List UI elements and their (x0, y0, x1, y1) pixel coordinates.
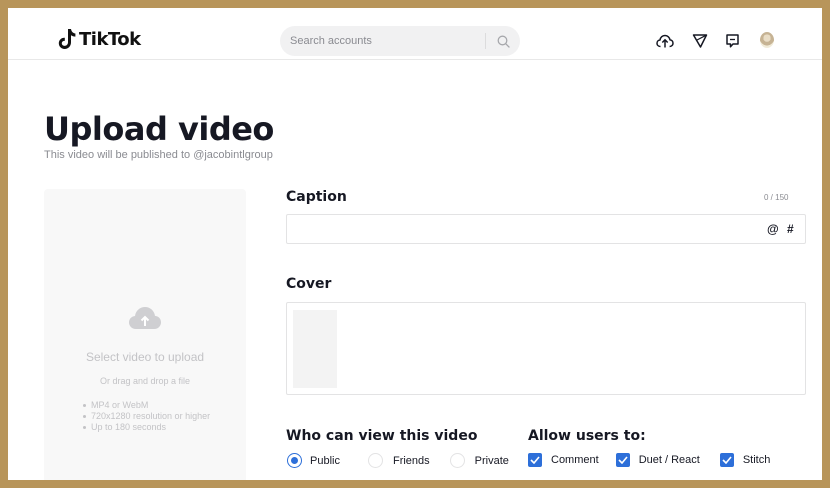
cover-selector (286, 302, 806, 395)
cover-thumbnail[interactable] (293, 310, 337, 388)
checkbox-comment-label: Comment (551, 454, 599, 466)
search-divider (485, 33, 486, 49)
requirement-resolution: 720x1280 resolution or higher (83, 411, 210, 422)
tiktok-logo[interactable]: TikTok (58, 28, 141, 50)
upload-title: Select video to upload (85, 350, 205, 364)
search-icon (497, 35, 510, 48)
checkbox-comment[interactable] (528, 453, 542, 467)
messages-button[interactable] (723, 32, 741, 50)
message-icon (725, 34, 739, 48)
radio-private-label: Private (474, 454, 509, 467)
requirement-format: MP4 or WebM (83, 400, 210, 411)
inbox-filter-icon (692, 34, 708, 48)
visibility-options: Public Friends Private (287, 453, 509, 468)
allow-options: Comment Duet / React Stitch (528, 453, 770, 467)
caption-input[interactable] (295, 215, 755, 243)
checkbox-stitch-label: Stitch (742, 454, 771, 466)
upload-requirements: MP4 or WebM 720x1280 resolution or highe… (83, 400, 210, 433)
page-title: Upload video (44, 110, 274, 148)
checkbox-duet-label: Duet / React (638, 454, 700, 466)
caption-field: @ # (286, 214, 806, 244)
radio-public-label: Public (310, 454, 340, 467)
allow-label: Allow users to: (528, 428, 646, 444)
hashtag-button[interactable]: # (787, 222, 794, 236)
check-icon (722, 456, 732, 464)
checkbox-stitch[interactable] (719, 453, 734, 467)
avatar[interactable] (760, 32, 774, 48)
search-bar (280, 26, 520, 56)
page-subtitle: This video will be published to @jacobin… (44, 149, 273, 161)
check-icon (530, 456, 540, 464)
checkbox-duet[interactable] (615, 453, 630, 467)
upload-cloud-icon (129, 307, 161, 329)
app-window: TikTok Search accounts Upload video This… (8, 8, 822, 480)
upload-cloud-icon (656, 34, 674, 48)
radio-friends-label: Friends (392, 454, 430, 467)
requirement-duration: Up to 180 seconds (83, 422, 210, 433)
caption-label: Caption (286, 189, 347, 205)
radio-private[interactable] (449, 453, 465, 468)
video-upload-dropzone[interactable]: Select video to upload Or drag and drop … (44, 189, 246, 480)
check-icon (618, 456, 628, 464)
upload-subtitle: Or drag and drop a file (99, 376, 191, 386)
radio-public[interactable] (287, 453, 302, 468)
caption-counter: 0 / 150 (764, 193, 789, 202)
visibility-label: Who can view this video (286, 428, 478, 444)
radio-friends[interactable] (367, 453, 383, 468)
inbox-button[interactable] (691, 32, 709, 50)
upload-button[interactable] (656, 32, 674, 50)
mention-button[interactable]: @ (767, 222, 779, 236)
logo-text: TikTok (79, 28, 141, 50)
cover-label: Cover (286, 276, 332, 292)
search-input[interactable] (290, 26, 475, 56)
top-header: TikTok (8, 8, 822, 60)
tiktok-note-icon (58, 29, 76, 49)
search-button[interactable] (492, 31, 514, 51)
